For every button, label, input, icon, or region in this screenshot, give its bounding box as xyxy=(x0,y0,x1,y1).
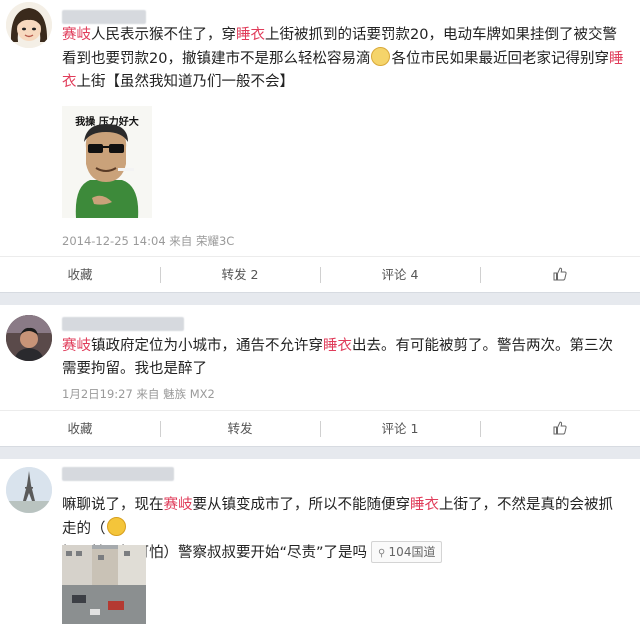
weibo-post: 嘛聊说了，现在赛岐要从镇变成市了，所以不能随便穿睡衣上街了，不然是真的会被抓走的… xyxy=(0,459,640,624)
text-span: 人民表示猴不住了，穿 xyxy=(91,27,236,43)
username-blurred[interactable] xyxy=(62,317,184,331)
meme-image[interactable]: 我操 压力好大 xyxy=(62,106,152,218)
avatar[interactable] xyxy=(6,315,52,361)
like-button[interactable] xyxy=(480,257,640,293)
thumbs-up-icon xyxy=(553,267,567,281)
avatar[interactable] xyxy=(6,467,52,513)
post-text: 赛岐镇政府定位为小城市，通告不允许穿睡衣出去。有可能被剪了。警告两次。第三次需要… xyxy=(62,335,626,381)
username-blurred[interactable] xyxy=(62,10,146,24)
hashtag-link[interactable]: 赛岐 xyxy=(62,27,91,43)
avatar-photo-icon xyxy=(6,315,52,361)
meme-face-icon xyxy=(75,124,139,218)
text-span: 镇政府定位为小城市，通告不允许穿 xyxy=(91,338,323,354)
cat-emoji-icon xyxy=(371,47,391,66)
text-span: 上街【虽然我知道乃们一般不会】 xyxy=(76,74,295,90)
location-label: 104国道 xyxy=(388,545,436,559)
username-blurred[interactable] xyxy=(62,467,174,481)
weibo-post: 赛岐镇政府定位为小城市，通告不允许穿睡衣出去。有可能被剪了。警告两次。第三次需要… xyxy=(0,305,640,450)
favorite-button[interactable]: 收藏 xyxy=(0,411,160,447)
laughing-emoji-icon xyxy=(106,517,126,536)
location-tag[interactable]: ⚲ 104国道 xyxy=(371,541,443,563)
text-span: 各位市民如果最近回老家记得别穿 xyxy=(391,51,609,67)
weibo-post: 赛岐人民表示猴不住了，穿睡衣上街被抓到的话要罚款20，电动车牌如果挂倒了被交警看… xyxy=(0,0,640,296)
avatar-cartoon-girl-icon xyxy=(6,2,52,48)
comment-button[interactable]: 评论 1 xyxy=(320,411,480,447)
avatar[interactable] xyxy=(6,2,52,48)
keyword-link[interactable]: 睡衣 xyxy=(410,497,439,513)
thumbs-up-icon xyxy=(553,421,567,435)
keyword-link[interactable]: 睡衣 xyxy=(323,338,352,354)
street-photo-image xyxy=(62,545,146,624)
street-photo[interactable] xyxy=(62,545,146,624)
hashtag-link[interactable]: 赛岐 xyxy=(164,497,193,513)
avatar-eiffel-tower-icon xyxy=(6,467,52,513)
post-meta: 1月2日19:27 来自 魅族 MX2 xyxy=(62,387,215,401)
comment-button[interactable]: 评论 4 xyxy=(320,257,480,293)
post-text: 嘛聊说了，现在赛岐要从镇变成市了，所以不能随便穿睡衣上街了，不然是真的会被抓走的… xyxy=(62,494,626,565)
text-span: 要从镇变成市了，所以不能随便穿 xyxy=(192,497,411,513)
hashtag-link[interactable]: 赛岐 xyxy=(62,338,91,354)
like-button[interactable] xyxy=(480,411,640,447)
post-meta: 2014-12-25 14:04 来自 荣耀3C xyxy=(62,234,235,248)
repost-button[interactable]: 转发 xyxy=(160,411,320,447)
action-bar: 收藏 转发 2 评论 4 xyxy=(0,256,640,293)
repost-button[interactable]: 转发 2 xyxy=(160,257,320,293)
post-text: 赛岐人民表示猴不住了，穿睡衣上街被抓到的话要罚款20，电动车牌如果挂倒了被交警看… xyxy=(62,24,626,94)
post-divider xyxy=(0,446,640,459)
action-bar: 收藏 转发 评论 1 xyxy=(0,410,640,447)
post-divider xyxy=(0,292,640,305)
keyword-link[interactable]: 睡衣 xyxy=(236,27,265,43)
text-span: 嘛聊说了，现在 xyxy=(62,497,164,513)
favorite-button[interactable]: 收藏 xyxy=(0,257,160,293)
location-pin-icon: ⚲ xyxy=(378,548,389,559)
